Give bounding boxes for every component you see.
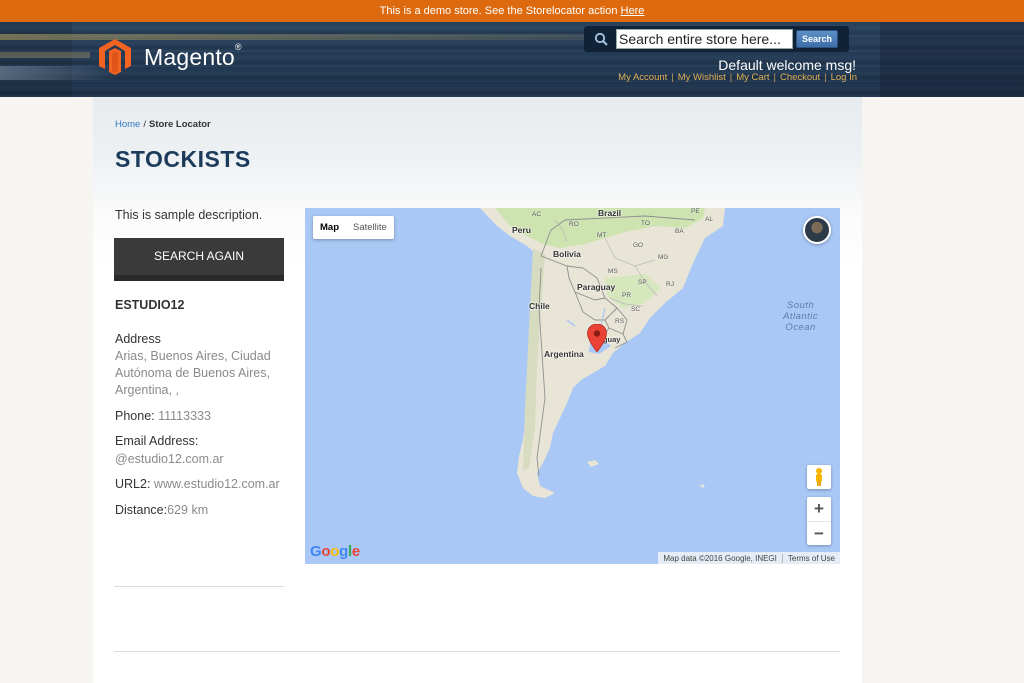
map-label-bolivia: Bolivia <box>553 249 581 259</box>
map-attribution: Map data ©2016 Google, INEGI Terms of Us… <box>658 552 840 564</box>
map-type-map[interactable]: Map <box>313 216 346 239</box>
search-again-button[interactable]: SEARCH AGAIN <box>114 238 284 281</box>
magento-logo-icon <box>99 39 131 75</box>
map-label-mg: MG <box>658 254 669 261</box>
search-icon <box>594 32 608 46</box>
map-label-go: GO <box>633 242 644 249</box>
phone-label: Phone: <box>115 409 155 423</box>
page-title: STOCKISTS <box>115 146 251 172</box>
address-value: Arias, Buenos Aires, Ciudad Autónoma de … <box>115 349 271 397</box>
google-logo: Google <box>310 543 360 560</box>
distance-row: Distance:629 km <box>115 503 208 517</box>
demo-notice-link[interactable]: Here <box>621 5 645 17</box>
store-locator-description: This is sample description. <box>115 208 263 222</box>
search-input[interactable] <box>616 29 793 49</box>
map-label-peru: Peru <box>512 225 531 235</box>
map-label-rj: RJ <box>666 281 674 288</box>
map-type-satellite[interactable]: Satellite <box>346 216 394 239</box>
map-geography <box>480 208 725 498</box>
magento-logo[interactable]: Magento® <box>98 38 242 76</box>
url-value[interactable]: www.estudio12.com.ar <box>154 477 280 491</box>
my-cart-link[interactable]: My Cart <box>736 72 769 83</box>
search-box: Search <box>584 26 849 52</box>
map-label-ro: RO <box>569 221 579 228</box>
map-label-sc: SC <box>631 306 641 313</box>
map-type-control: Map Satellite <box>313 216 394 239</box>
distance-label: Distance: <box>115 503 168 517</box>
search-button[interactable]: Search <box>796 30 838 48</box>
email-label: Email Address: <box>115 434 199 448</box>
checkout-link[interactable]: Checkout <box>780 72 820 83</box>
map-label-sp: SP <box>638 279 647 286</box>
email-value: @estudio12.com.ar <box>115 452 224 466</box>
my-account-link[interactable]: My Account <box>618 72 667 83</box>
url-label: URL2: <box>115 477 151 491</box>
zoom-out-button[interactable]: − <box>807 521 831 545</box>
map-label-al: AL <box>705 216 713 223</box>
terms-of-use-link[interactable]: Terms of Use <box>781 553 840 563</box>
bottom-divider <box>114 651 840 652</box>
map-label-ocean: South Atlantic Ocean <box>783 300 819 333</box>
map-label-ms: MS <box>608 268 618 275</box>
map-label-paraguay: Paraguay <box>577 282 616 292</box>
store-name: ESTUDIO12 <box>115 298 185 312</box>
map-label-ba: BA <box>675 228 684 235</box>
map-label-to: TO <box>641 220 650 227</box>
store-marker-icon[interactable] <box>587 324 607 352</box>
phone-row: Phone: 11113333 <box>115 409 211 423</box>
map-label-brazil: Brazil <box>598 208 622 218</box>
street-view-pegman-icon[interactable] <box>807 465 831 489</box>
left-divider <box>114 586 284 587</box>
map-label-ac: AC <box>532 211 542 218</box>
logo-text: Magento® <box>144 41 242 70</box>
breadcrumb-home[interactable]: Home <box>115 119 140 130</box>
user-avatar[interactable] <box>803 216 831 244</box>
url-row: URL2: www.estudio12.com.ar <box>115 477 280 491</box>
demo-notice-bar: This is a demo store. See the Storelocat… <box>0 0 1024 22</box>
distance-value: 629 km <box>167 503 209 517</box>
site-header: Magento® Search Default welcome msg! My … <box>0 22 1024 97</box>
account-links: My Account | My Wishlist | My Cart | Checkout |… <box>618 72 857 83</box>
map-label-pe: PE <box>691 208 700 215</box>
breadcrumb-current: Store Locator <box>148 119 211 130</box>
google-map[interactable]: Brazil Peru Bolivia Paraguay Chile Argen… <box>305 208 840 564</box>
map-label-rs: RS <box>615 318 625 325</box>
welcome-message: Default welcome msg! <box>718 57 856 73</box>
demo-notice-text: This is a demo store. See the Storelocat… <box>379 5 621 17</box>
address-label: Address <box>115 332 161 346</box>
log-in-link[interactable]: Log In <box>831 72 857 83</box>
map-label-chile: Chile <box>529 301 550 311</box>
my-wishlist-link[interactable]: My Wishlist <box>678 72 726 83</box>
zoom-control: + − <box>807 497 831 545</box>
map-data-text: Map data ©2016 Google, INEGI <box>663 553 777 563</box>
zoom-in-button[interactable]: + <box>807 497 831 521</box>
phone-value: 11113333 <box>158 409 211 423</box>
map-label-mt: MT <box>597 232 607 239</box>
map-label-argentina: Argentina <box>544 349 584 359</box>
breadcrumb: Home / Store Locator <box>115 119 211 130</box>
map-label-pr: PR <box>622 292 632 299</box>
